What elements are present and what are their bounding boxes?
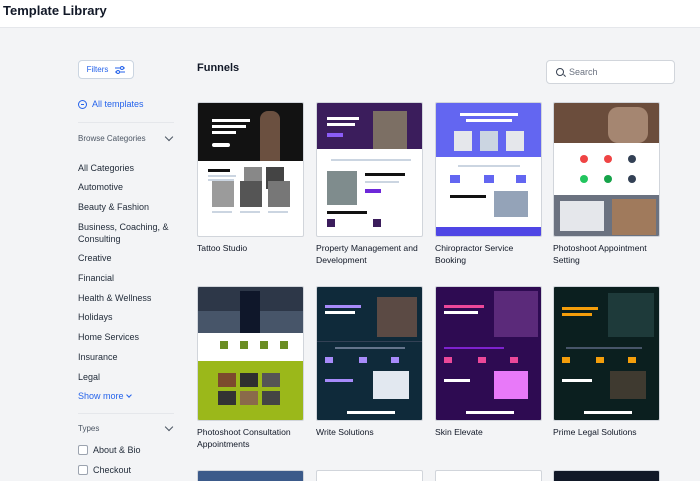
template-name: Write Solutions [316, 427, 374, 437]
template-thumbnail[interactable] [197, 102, 304, 237]
category-financial[interactable]: Financial [78, 272, 178, 284]
types-label: Types [78, 424, 100, 433]
back-circle-icon [78, 99, 87, 109]
template-thumbnail[interactable] [316, 470, 423, 481]
type-checkout[interactable]: Checkout [78, 465, 131, 475]
template-card-partial[interactable] [553, 470, 660, 481]
template-name: Chiropractor Service Booking [435, 243, 514, 265]
category-legal[interactable]: Legal [78, 371, 178, 383]
browse-categories-label: Browse Categories [78, 134, 146, 143]
template-card-write-solutions[interactable]: Write Solutions [316, 286, 423, 439]
category-all[interactable]: All Categories [78, 162, 178, 174]
template-card-property-management[interactable]: Property Management and Development [316, 102, 423, 266]
all-templates-label: All templates [92, 99, 144, 109]
template-card-partial[interactable] [197, 470, 304, 481]
template-thumbnail[interactable] [435, 470, 542, 481]
template-name: Photoshoot Appointment Setting [553, 243, 647, 265]
browse-categories-header[interactable]: Browse Categories [78, 132, 174, 143]
search-icon [556, 68, 564, 76]
template-thumbnail[interactable] [316, 102, 423, 237]
checkbox[interactable] [78, 445, 88, 455]
page-title: Funnels [197, 62, 240, 74]
category-beauty-fashion[interactable]: Beauty & Fashion [78, 201, 178, 213]
template-name: Skin Elevate [435, 427, 483, 437]
template-card-tattoo-studio[interactable]: Tattoo Studio [197, 102, 304, 255]
type-label: Checkout [93, 465, 132, 475]
category-automotive[interactable]: Automotive [78, 181, 178, 193]
filter-sliders-icon [115, 65, 126, 74]
template-card-photoshoot-consultation[interactable]: Photoshoot Consultation Appointments [197, 286, 304, 450]
template-thumbnail[interactable] [197, 286, 304, 421]
chevron-down-icon [125, 391, 132, 398]
checkbox[interactable] [78, 465, 88, 475]
all-templates-link[interactable]: All templates [78, 99, 144, 109]
search-box[interactable] [546, 60, 675, 84]
template-thumbnail[interactable] [553, 470, 660, 481]
filters-label: Filters [86, 65, 109, 74]
template-card-chiropractor[interactable]: Chiropractor Service Booking [435, 102, 542, 266]
category-home-services[interactable]: Home Services [78, 331, 178, 343]
template-card-partial[interactable] [435, 470, 542, 481]
category-business-coaching[interactable]: Business, Coaching, & Consulting [78, 221, 178, 245]
template-thumbnail[interactable] [553, 286, 660, 421]
top-bar: Template Library [0, 0, 700, 28]
chevron-down-icon [164, 132, 174, 142]
show-more-label: Show more [78, 391, 124, 401]
chevron-down-icon [164, 422, 174, 432]
type-about-bio[interactable]: About & Bio [78, 445, 141, 455]
template-name: Prime Legal Solutions [553, 427, 637, 437]
type-label: About & Bio [93, 445, 141, 455]
template-thumbnail[interactable] [435, 286, 542, 421]
template-card-partial[interactable] [316, 470, 423, 481]
category-holidays[interactable]: Holidays [78, 311, 178, 323]
template-card-prime-legal[interactable]: Prime Legal Solutions [553, 286, 660, 439]
filters-button[interactable]: Filters [78, 60, 134, 79]
template-name: Photoshoot Consultation Appointments [197, 427, 291, 449]
template-name: Tattoo Studio [197, 243, 248, 253]
template-thumbnail[interactable] [316, 286, 423, 421]
divider [78, 122, 174, 123]
template-thumbnail[interactable] [197, 470, 304, 481]
template-card-skin-elevate[interactable]: Skin Elevate [435, 286, 542, 439]
app-title: Template Library [3, 3, 107, 18]
divider [78, 413, 174, 414]
category-creative[interactable]: Creative [78, 252, 178, 264]
template-thumbnail[interactable] [435, 102, 542, 237]
types-header[interactable]: Types [78, 422, 174, 433]
template-thumbnail[interactable] [553, 102, 660, 237]
template-name: Property Management and Development [316, 243, 418, 265]
search-input[interactable] [569, 67, 664, 77]
category-health-wellness[interactable]: Health & Wellness [78, 292, 178, 304]
template-card-photoshoot-appointment[interactable]: Photoshoot Appointment Setting [553, 102, 660, 266]
show-more-link[interactable]: Show more [78, 391, 132, 401]
category-insurance[interactable]: Insurance [78, 351, 178, 363]
